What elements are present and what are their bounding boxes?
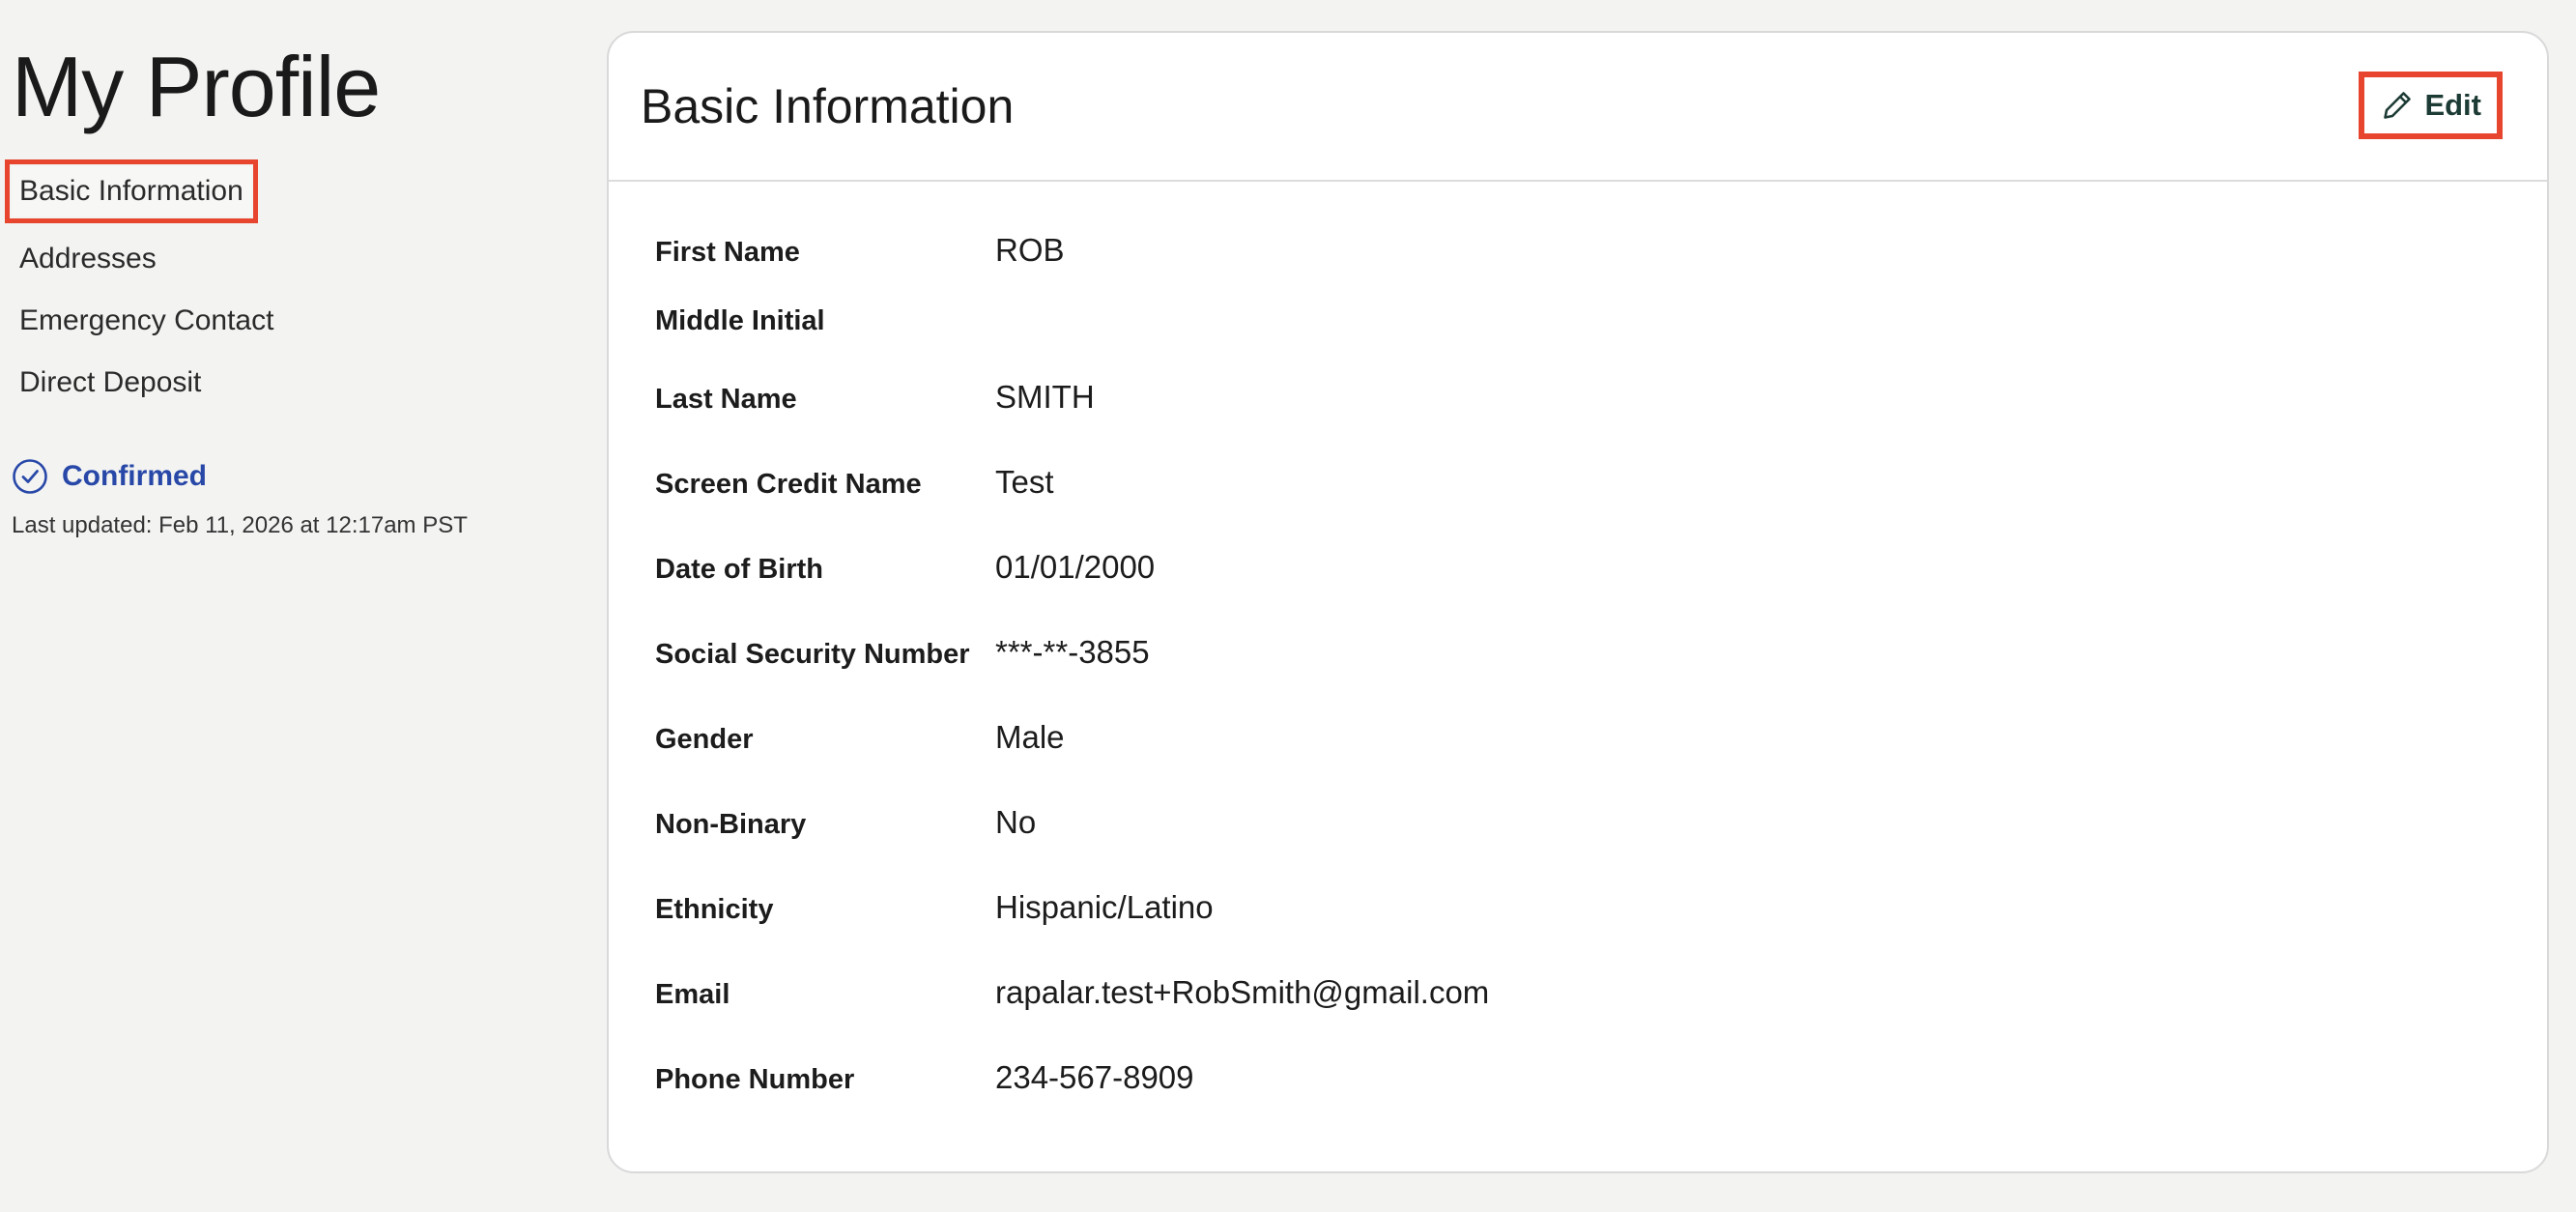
- confirmation-status: Confirmed: [12, 458, 572, 495]
- nav-item-emergency-contact[interactable]: Emergency Contact: [12, 290, 572, 352]
- page-title: My Profile: [12, 39, 381, 134]
- field-row-middle-initial: Middle Initial: [655, 305, 2547, 379]
- field-label: Phone Number: [655, 1064, 855, 1095]
- status-label: Confirmed: [62, 460, 207, 492]
- field-label: Gender: [655, 724, 754, 755]
- field-value: 01/01/2000: [995, 549, 1156, 585]
- field-label: Screen Credit Name: [655, 469, 922, 500]
- field-label: Non-Binary: [655, 809, 807, 840]
- edit-button-label: Edit: [2424, 88, 2481, 122]
- field-label: Last Name: [655, 384, 797, 415]
- field-label: Middle Initial: [655, 305, 825, 336]
- basic-information-card: Basic Information Edit First Name ROB Mi…: [607, 31, 2549, 1173]
- field-label: Ethnicity: [655, 894, 774, 925]
- field-value: rapalar.test+RobSmith@gmail.com: [995, 974, 1490, 1010]
- field-list: First Name ROB Middle Initial Last Name …: [609, 182, 2547, 1144]
- field-row-date-of-birth: Date of Birth 01/01/2000: [655, 549, 2547, 634]
- card-header: Basic Information Edit: [609, 33, 2547, 182]
- check-circle-icon: [12, 458, 48, 495]
- field-value: ROB: [995, 232, 1065, 268]
- field-row-email: Email rapalar.test+RobSmith@gmail.com: [655, 974, 2547, 1059]
- field-value: No: [995, 804, 1037, 840]
- field-value: Hispanic/Latino: [995, 889, 1214, 925]
- field-row-phone-number: Phone Number 234-567-8909: [655, 1059, 2547, 1144]
- field-value: SMITH: [995, 379, 1095, 415]
- field-row-screen-credit-name: Screen Credit Name Test: [655, 464, 2547, 549]
- field-row-first-name: First Name ROB: [655, 232, 2547, 305]
- field-value: 234-567-8909: [995, 1059, 1194, 1095]
- field-row-ethnicity: Ethnicity Hispanic/Latino: [655, 889, 2547, 974]
- profile-nav: Basic Information Addresses Emergency Co…: [5, 159, 572, 414]
- card-title: Basic Information: [641, 79, 1015, 133]
- field-row-non-binary: Non-Binary No: [655, 804, 2547, 889]
- field-value: Test: [995, 464, 1054, 500]
- field-label: Social Security Number: [655, 639, 970, 670]
- field-label: First Name: [655, 237, 800, 268]
- nav-item-direct-deposit[interactable]: Direct Deposit: [12, 352, 572, 414]
- field-row-social-security-number: Social Security Number ***-**-3855: [655, 634, 2547, 719]
- field-value: Male: [995, 719, 1065, 755]
- field-value: ***-**-3855: [995, 634, 1150, 670]
- profile-page: My Profile Basic Information Addresses E…: [0, 0, 2576, 1212]
- nav-item-addresses[interactable]: Addresses: [12, 228, 572, 290]
- field-row-last-name: Last Name SMITH: [655, 379, 2547, 464]
- edit-button[interactable]: Edit: [2359, 72, 2503, 139]
- nav-item-basic-information[interactable]: Basic Information: [5, 159, 258, 223]
- pencil-icon: [2380, 88, 2415, 123]
- field-label: Email: [655, 979, 730, 1010]
- last-updated-text: Last updated: Feb 11, 2026 at 12:17am PS…: [12, 512, 468, 538]
- profile-sidebar: My Profile Basic Information Addresses E…: [5, 39, 572, 539]
- field-row-gender: Gender Male: [655, 719, 2547, 804]
- field-label: Date of Birth: [655, 554, 823, 585]
